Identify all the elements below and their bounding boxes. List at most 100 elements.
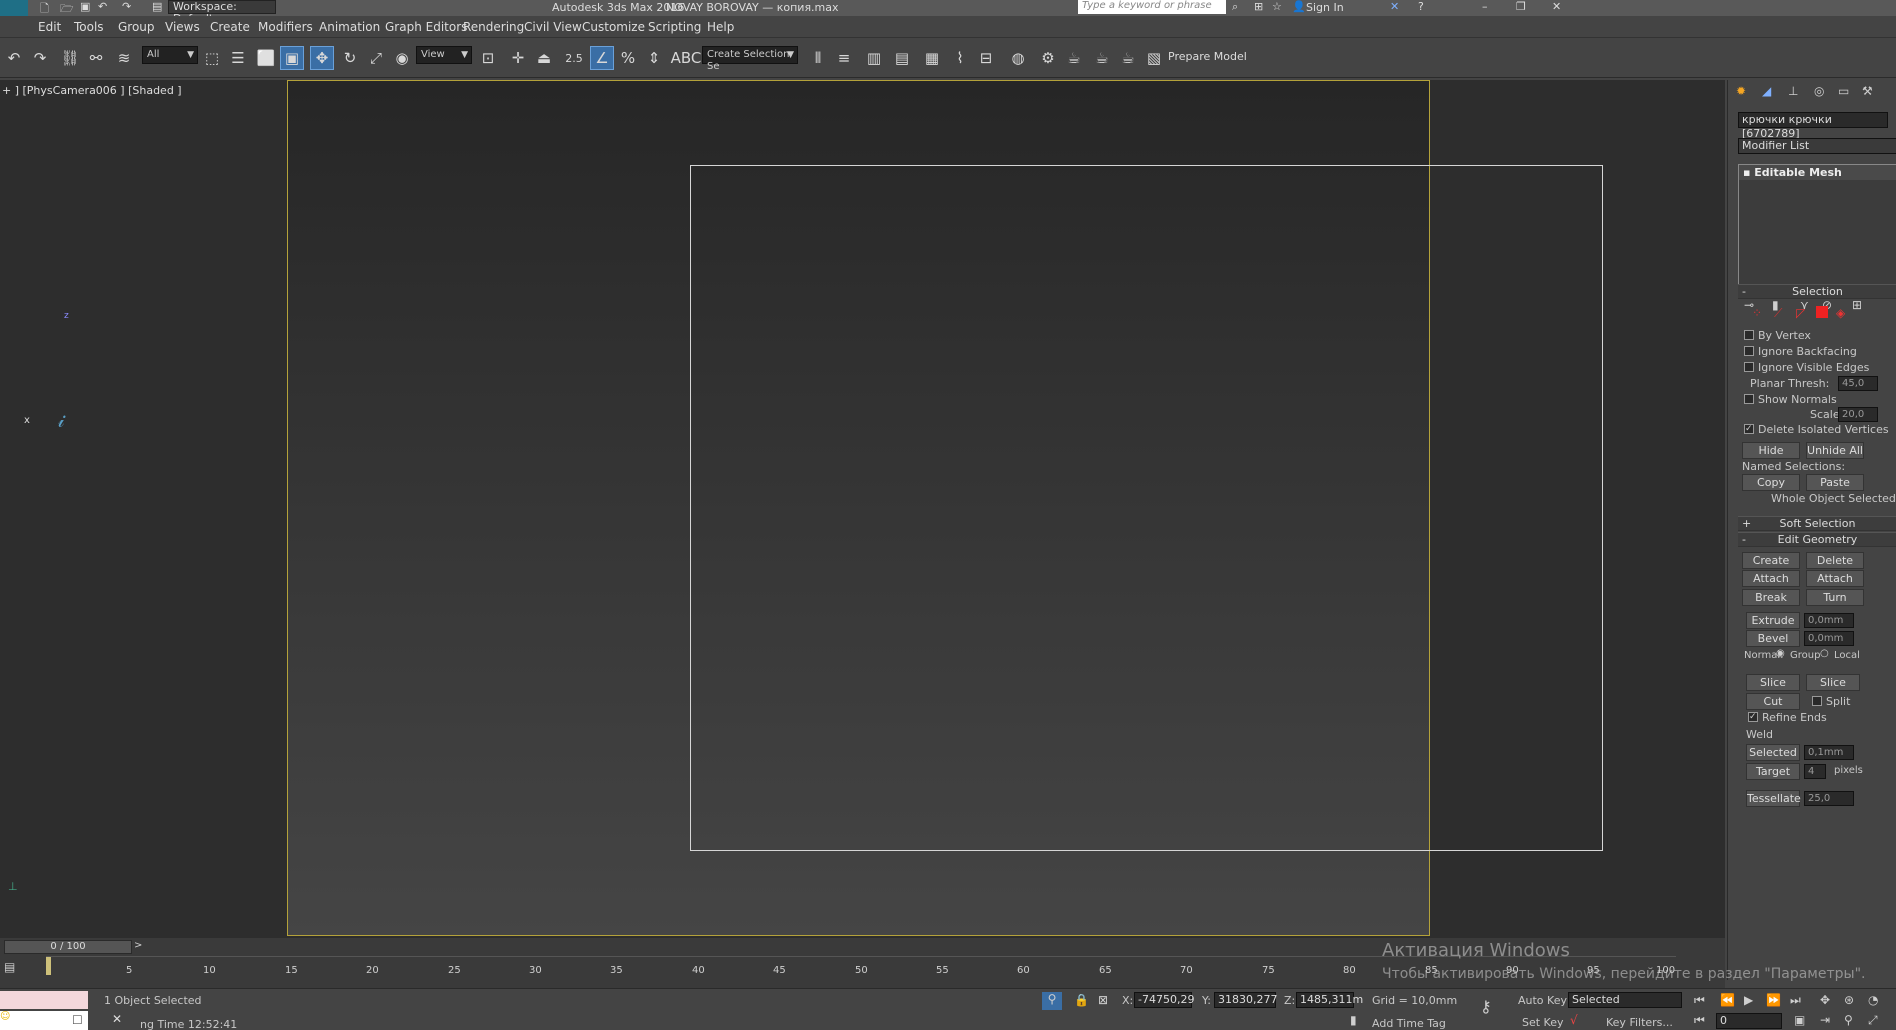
- snaps-toggle-icon[interactable]: 2.5: [562, 46, 586, 70]
- camera-viewport[interactable]: + ] [PhysCamera006 ] [Shaded ] z x 𝒾 ⊥: [0, 80, 1725, 938]
- keyboard-shortcut-icon[interactable]: ⏏: [532, 46, 556, 70]
- select-scale-icon[interactable]: ⤢: [364, 46, 388, 70]
- walkthrough-icon[interactable]: ⚲: [1844, 1013, 1853, 1027]
- configure-modifier-sets-icon[interactable]: ⊞: [1852, 298, 1862, 312]
- select-by-name-icon[interactable]: ☰: [226, 46, 250, 70]
- restore-button[interactable]: ❐: [1516, 0, 1526, 13]
- create-tab-icon[interactable]: ✹: [1736, 84, 1746, 98]
- search-input[interactable]: Type a keyword or phrase: [1078, 0, 1226, 14]
- split-checkbox[interactable]: [1812, 696, 1822, 706]
- show-normals-checkbox[interactable]: [1744, 394, 1754, 404]
- workspace-dropdown[interactable]: Workspace: Default: [168, 0, 276, 25]
- modify-tab-icon[interactable]: ◢: [1762, 84, 1771, 98]
- attach-list-button[interactable]: Attach List: [1806, 570, 1864, 600]
- modifier-list-dropdown[interactable]: Modifier List: [1738, 138, 1896, 154]
- delete-isolated-checkbox[interactable]: ✓: [1744, 424, 1754, 434]
- menu-scripting[interactable]: Scripting: [648, 20, 701, 34]
- material-editor-icon[interactable]: ◍: [1006, 46, 1030, 70]
- menu-customize[interactable]: Customize: [582, 20, 645, 34]
- local-radio[interactable]: ○: [1820, 648, 1829, 659]
- key-mode-dropdown[interactable]: Selected: [1568, 992, 1682, 1008]
- close-listener-icon[interactable]: ✕: [112, 1012, 122, 1026]
- bevel-button[interactable]: Bevel: [1746, 630, 1800, 647]
- orbit-icon[interactable]: ⊛: [1844, 993, 1854, 1007]
- menu-create[interactable]: Create: [210, 20, 250, 34]
- soft-selection-rollout-header[interactable]: + Soft Selection: [1738, 516, 1896, 531]
- save-file-icon[interactable]: ▣: [80, 0, 90, 13]
- expand-plus-icon[interactable]: ▪: [1743, 166, 1754, 179]
- edit-geometry-rollout-header[interactable]: - Edit Geometry: [1738, 532, 1896, 547]
- paste-button[interactable]: Paste: [1806, 474, 1864, 491]
- cut-button[interactable]: Cut: [1746, 693, 1800, 710]
- menu-tools[interactable]: Tools: [74, 20, 104, 34]
- render-production-icon[interactable]: ☕: [1090, 46, 1114, 70]
- add-time-tag-label[interactable]: Add Time Tag: [1372, 1017, 1446, 1030]
- break-button[interactable]: Break: [1742, 589, 1800, 606]
- edge-mode-icon[interactable]: ⟋: [1774, 306, 1782, 321]
- display-tab-icon[interactable]: ▭: [1838, 84, 1849, 98]
- next-frame-arrow-icon[interactable]: >: [134, 940, 142, 951]
- delete-button[interactable]: Delete: [1806, 552, 1864, 569]
- time-slider[interactable]: 0 / 100: [4, 940, 132, 954]
- add-time-tag-icon[interactable]: ▮: [1350, 1013, 1357, 1027]
- curve-editor-toggle-icon[interactable]: ▤: [4, 960, 24, 980]
- select-move-icon[interactable]: ✥: [310, 46, 334, 70]
- by-vertex-checkbox[interactable]: [1744, 330, 1754, 340]
- tessellate-button[interactable]: Tessellate: [1746, 790, 1801, 807]
- menu-animation[interactable]: Animation: [319, 20, 380, 34]
- isolate-selection-icon[interactable]: ⚲: [1042, 992, 1062, 1010]
- select-place-icon[interactable]: ◉: [390, 46, 414, 70]
- prepare-model-icon[interactable]: ▧: [1142, 46, 1166, 70]
- named-selection-dropdown[interactable]: Create Selection Se ▼: [702, 46, 798, 72]
- object-name-field[interactable]: крючки крючки [6702789]: [1738, 112, 1888, 140]
- select-manipulate-icon[interactable]: ✛: [506, 46, 530, 70]
- bevel-spinner[interactable]: 0,0mm: [1804, 631, 1854, 646]
- hierarchy-tab-icon[interactable]: ⊥: [1788, 84, 1798, 98]
- utilities-tab-icon[interactable]: ⚒: [1862, 84, 1873, 98]
- edit-named-selection-icon[interactable]: ABC: [671, 46, 702, 70]
- previous-frame-icon[interactable]: ⏪: [1720, 993, 1735, 1007]
- toggle-ribbon-icon[interactable]: ▦: [920, 46, 944, 70]
- minimize-button[interactable]: –: [1482, 0, 1488, 13]
- slice-plane-button[interactable]: Slice Plane: [1746, 674, 1800, 704]
- menu-rendering[interactable]: Rendering: [463, 20, 524, 34]
- set-key-button[interactable]: Set Key: [1522, 1016, 1564, 1029]
- face-mode-icon[interactable]: ◸: [1796, 306, 1805, 320]
- go-to-start-icon[interactable]: ⏮: [1694, 993, 1705, 1008]
- mirror-icon[interactable]: ⫴: [806, 46, 830, 70]
- toggle-scene-explorer-icon[interactable]: ▥: [862, 46, 886, 70]
- field-of-view-icon[interactable]: ◔: [1868, 993, 1878, 1007]
- menu-modifiers[interactable]: Modifiers: [258, 20, 313, 34]
- selection-filter-dropdown[interactable]: All ▼: [142, 46, 198, 64]
- undo-icon[interactable]: ↶: [2, 46, 26, 70]
- refine-ends-checkbox[interactable]: ✓: [1748, 712, 1758, 722]
- exchange-icon[interactable]: ✕: [1390, 0, 1399, 13]
- toggle-layer-explorer-icon[interactable]: ▤: [890, 46, 914, 70]
- menu-civil-view[interactable]: Civil View: [524, 20, 582, 34]
- redo-icon[interactable]: ↷: [122, 0, 131, 13]
- favorites-icon[interactable]: ☆: [1272, 0, 1282, 13]
- pan-view-icon[interactable]: ✥: [1820, 993, 1830, 1007]
- sign-in-link[interactable]: Sign In: [1306, 1, 1344, 14]
- select-rotate-icon[interactable]: ↻: [338, 46, 362, 70]
- curve-editor-icon[interactable]: ⌇: [948, 46, 972, 70]
- tessellate-spinner[interactable]: 25,0: [1804, 791, 1854, 806]
- hook-object-icon[interactable]: 𝒾: [58, 408, 64, 432]
- binoculars-icon[interactable]: ⌕: [1232, 0, 1238, 14]
- time-config-icon[interactable]: ▣: [1794, 1013, 1805, 1027]
- window-crossing-icon[interactable]: ▣: [280, 46, 304, 70]
- menu-group[interactable]: Group: [118, 20, 155, 34]
- redo-icon[interactable]: ↷: [28, 46, 52, 70]
- link-icon[interactable]: ⛓: [58, 46, 82, 70]
- key-curve-icon[interactable]: √: [1570, 1013, 1578, 1027]
- weld-target-button[interactable]: Target: [1746, 763, 1800, 780]
- schematic-view-icon[interactable]: ⊟: [974, 46, 998, 70]
- key-icon[interactable]: ⚷: [1480, 997, 1492, 1016]
- turn-button[interactable]: Turn: [1806, 589, 1864, 606]
- create-button[interactable]: Create: [1742, 552, 1800, 569]
- auto-key-button[interactable]: Auto Key: [1518, 994, 1567, 1007]
- menu-views[interactable]: Views: [165, 20, 200, 34]
- polygon-mode-icon[interactable]: [1816, 306, 1828, 318]
- hide-button[interactable]: Hide: [1742, 442, 1800, 459]
- rectangular-selection-icon[interactable]: ⬜: [254, 46, 278, 70]
